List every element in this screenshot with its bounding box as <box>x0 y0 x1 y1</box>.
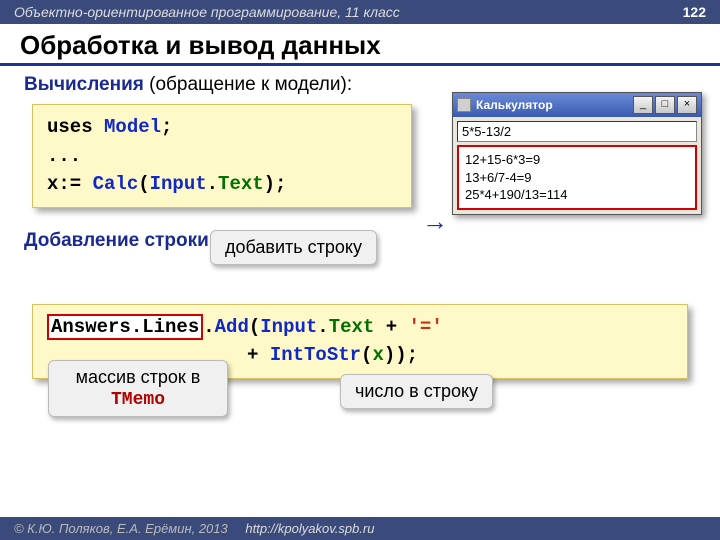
window-titlebar[interactable]: Калькулятор _ □ × <box>453 93 701 117</box>
window-title: Калькулятор <box>476 98 631 112</box>
arrow-icon: → <box>422 206 448 237</box>
top-bar: Объектно-ориентированное программировани… <box>0 0 720 24</box>
memo-line: 12+15-6*3=9 <box>465 151 689 169</box>
section-computations-head: Вычисления <box>24 74 144 95</box>
section-addline-head: Добавление строки в <box>24 230 231 251</box>
app-icon <box>457 98 471 112</box>
maximize-button[interactable]: □ <box>655 96 675 114</box>
callout-add-line: добавить строку <box>210 230 377 265</box>
close-button[interactable]: × <box>677 96 697 114</box>
footer-bar: © К.Ю. Поляков, Е.А. Ерёмин, 2013 http:/… <box>0 517 720 540</box>
page-number: 122 <box>683 4 706 20</box>
memo-line: 13+6/7-4=9 <box>465 169 689 187</box>
minimize-button[interactable]: _ <box>633 96 653 114</box>
callout-num-to-str: число в строку <box>340 374 493 409</box>
memo-line: 25*4+190/13=114 <box>465 186 689 204</box>
course-name: Объектно-ориентированное программировани… <box>14 4 400 20</box>
copyright: © К.Ю. Поляков, Е.А. Ерёмин, 2013 <box>14 521 228 536</box>
footer-url: http://kpolyakov.spb.ru <box>245 521 374 536</box>
page-title: Обработка и вывод данных <box>0 24 720 66</box>
answers-lines-box: Answers.Lines <box>47 314 203 340</box>
results-memo[interactable]: 12+15-6*3=9 13+6/7-4=9 25*4+190/13=114 <box>457 145 697 210</box>
calculator-window: Калькулятор _ □ × 5*5-13/2 12+15-6*3=9 1… <box>452 92 702 215</box>
code-block-1: uses Model; ... x:= Calc(Input.Text); <box>32 104 412 208</box>
section-computations-suffix: (обращение к модели): <box>144 74 352 95</box>
expression-input[interactable]: 5*5-13/2 <box>457 121 697 142</box>
callout-string-array: массив строк в TMemo <box>48 360 228 417</box>
